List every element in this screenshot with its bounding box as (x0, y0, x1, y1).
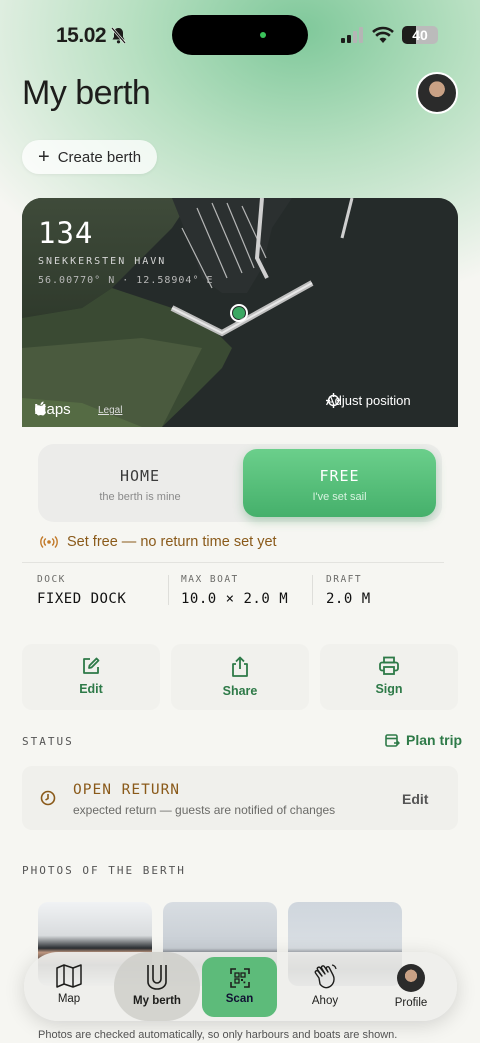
status-edit-button[interactable]: Edit (402, 791, 428, 807)
berth-actions: Edit Share Sign (22, 644, 458, 710)
sign-button[interactable]: Sign (320, 644, 458, 710)
qr-scan-icon (229, 968, 250, 988)
free-status-alert: Set free — no return time set yet (40, 534, 277, 550)
apple-maps-logo: Maps (34, 401, 71, 418)
photos-footnote: Photos are checked automatically, so onl… (38, 1029, 398, 1041)
legal-link[interactable]: Legal (98, 405, 122, 416)
battery-level: 40 (412, 27, 428, 43)
printer-icon (379, 656, 399, 675)
map-icon (56, 964, 82, 988)
create-berth-label: Create berth (57, 148, 142, 166)
adjust-position-button[interactable]: Adjust position (326, 393, 411, 408)
sign-label: Sign (375, 682, 403, 696)
tab-ahoy-label: Ahoy (311, 995, 339, 1007)
tab-bar: Map My berth Scan Ahoy Profile (24, 952, 457, 1021)
share-label: Share (222, 684, 258, 698)
home-option[interactable]: HOME the berth is mine (38, 444, 242, 522)
tab-profile-label: Profile (394, 997, 428, 1009)
bell-slash-icon (111, 27, 126, 44)
share-button[interactable]: Share (171, 644, 309, 710)
berth-coordinates: 56.00770° N · 12.58904° E (38, 275, 214, 286)
divider (22, 562, 444, 563)
status-title: OPEN RETURN (73, 782, 181, 798)
spec-draft: DRAFT 2.0 M (326, 574, 371, 607)
spec-separator (168, 575, 169, 605)
tab-ahoy[interactable]: Ahoy (282, 952, 368, 1021)
camera-indicator-dot (260, 32, 266, 38)
tab-my-berth[interactable]: My berth (114, 952, 200, 1021)
spec-max-boat: MAX BOAT 10.0 × 2.0 M (181, 574, 288, 607)
cellular-signal-icon (341, 27, 363, 43)
create-berth-button[interactable]: + Create berth (22, 140, 158, 174)
status-card: OPEN RETURN expected return — guests are… (22, 766, 458, 830)
harbour-name: SNEKKERSTEN HAVN (38, 256, 167, 267)
apple-logo-icon (35, 401, 46, 416)
status-description: expected return — guests are notified of… (73, 803, 336, 817)
tab-scan[interactable]: Scan (202, 957, 277, 1017)
wifi-icon (372, 26, 394, 43)
berth-state-toggle: HOME the berth is mine FREE I've set sai… (38, 444, 442, 522)
edit-button[interactable]: Edit (22, 644, 160, 710)
profile-avatar (397, 964, 425, 992)
photos-section-label: PHOTOS OF THE BERTH (22, 864, 186, 877)
spec-dock-value: FIXED DOCK (37, 591, 127, 607)
berth-map[interactable]: 134 SNEKKERSTEN HAVN 56.00770° N · 12.58… (22, 198, 458, 427)
plan-trip-label: Plan trip (406, 732, 463, 748)
plan-trip-button[interactable]: Plan trip (385, 732, 462, 748)
plus-icon: + (38, 146, 50, 168)
calendar-icon (385, 734, 400, 747)
berth-number: 134 (38, 216, 94, 250)
spec-max-boat-label: MAX BOAT (181, 574, 239, 585)
berth-icon (147, 965, 167, 990)
avatar[interactable] (416, 72, 458, 114)
tab-my-berth-label: My berth (133, 995, 181, 1007)
share-icon (232, 656, 248, 677)
wave-hand-icon (314, 964, 337, 989)
tab-map-label: Map (57, 993, 81, 1005)
free-option[interactable]: FREE I've set sail (243, 449, 436, 517)
status-time: 15.02 (56, 24, 107, 47)
tab-map[interactable]: Map (26, 952, 112, 1021)
spec-dock-label: DOCK (37, 574, 66, 585)
spec-max-boat-value: 10.0 × 2.0 M (181, 591, 289, 607)
spec-separator (312, 575, 313, 605)
dynamic-island (172, 15, 308, 55)
spec-dock: DOCK FIXED DOCK (37, 574, 126, 607)
crosshair-icon (326, 393, 341, 408)
battery-indicator: 40 (402, 26, 438, 44)
clock-icon (40, 790, 56, 806)
free-subtitle: I've set sail (312, 491, 367, 503)
edit-icon (83, 657, 100, 674)
home-title: HOME (119, 467, 161, 485)
tab-profile[interactable]: Profile (368, 952, 454, 1021)
spec-draft-label: DRAFT (326, 574, 363, 585)
tab-scan-label: Scan (225, 993, 254, 1005)
free-status-text: Set free — no return time set yet (67, 534, 277, 550)
spec-draft-value: 2.0 M (326, 591, 371, 607)
status-bar: 15.02 40 (0, 0, 480, 70)
broadcast-icon (40, 536, 58, 548)
free-title: FREE (319, 467, 360, 485)
status-section-label: STATUS (22, 735, 74, 748)
home-subtitle: the berth is mine (99, 491, 181, 503)
page-title: My berth (22, 74, 151, 112)
edit-label: Edit (79, 682, 103, 696)
